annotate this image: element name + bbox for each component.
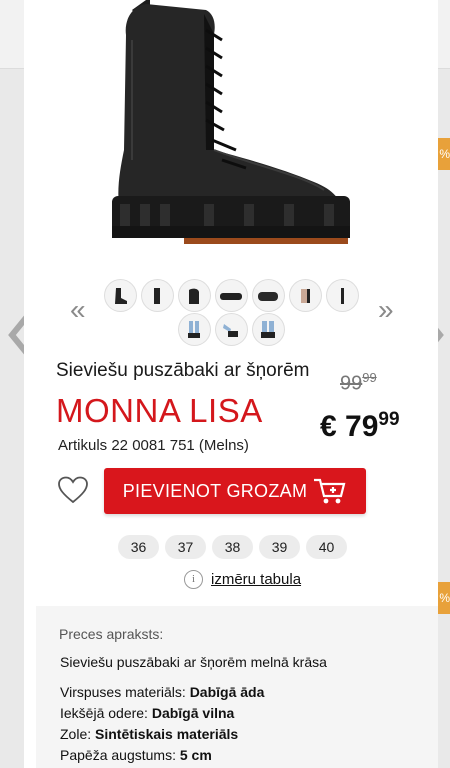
current-price: € 7999 [320, 409, 400, 443]
description-panel: Preces apraksts: Sieviešu puszābaki ar š… [36, 606, 438, 768]
add-to-cart-button[interactable]: PIEVIENOT GROZAM [104, 468, 366, 514]
gallery-thumbnail[interactable] [326, 280, 358, 311]
size-table-link[interactable]: i izmēru tabula [184, 570, 301, 589]
spec-row: Virspuses materiāls: Dabīgā āda [60, 684, 265, 700]
add-to-cart-label: PIEVIENOT GROZAM [122, 480, 308, 501]
product-sku: Artikuls 22 0081 751 (Melns) [58, 437, 249, 454]
size-option[interactable]: 37 [165, 535, 206, 559]
spec-row: Papēža augstums: 5 cm [60, 747, 212, 763]
description-summary: Sieviešu puszābaki ar šņorēm melnā krāsa [60, 654, 327, 670]
heart-icon[interactable] [57, 476, 89, 504]
thumbnail-row [24, 314, 438, 345]
cart-plus-icon [314, 478, 346, 504]
background-discount-tag: % [436, 138, 450, 170]
product-image [24, 0, 438, 270]
size-selector: 36 37 38 39 40 [118, 535, 347, 559]
info-icon: i [184, 570, 203, 589]
gallery-thumbnail[interactable] [252, 280, 284, 311]
size-table-label[interactable]: izmēru tabula [211, 571, 301, 588]
size-option[interactable]: 36 [118, 535, 159, 559]
thumbnail-row [24, 280, 438, 311]
spec-row: Iekšējā odere: Dabīgā vilna [60, 705, 235, 721]
gallery-thumbnail[interactable] [104, 280, 136, 311]
product-title: Sieviešu puszābaki ar šņorēm [56, 360, 310, 381]
product-modal: « » Sieviešu puszābaki ar šņorēm MONNA L… [24, 0, 438, 768]
old-price: 9999 [340, 370, 377, 395]
gallery-thumbnail[interactable] [178, 280, 210, 311]
background-discount-tag: % [436, 582, 450, 614]
gallery-thumbnail[interactable] [215, 314, 247, 345]
product-brand[interactable]: MONNA LISA [56, 392, 263, 430]
gallery-thumbnail[interactable] [289, 280, 321, 311]
size-option[interactable]: 39 [259, 535, 300, 559]
description-label: Preces apraksts: [59, 626, 164, 642]
gallery-thumbnail[interactable] [178, 314, 210, 345]
gallery-thumbnail[interactable] [141, 280, 173, 311]
boot-illustration [112, 0, 350, 244]
size-option[interactable]: 38 [212, 535, 253, 559]
gallery-thumbnail[interactable] [215, 280, 247, 311]
spec-row: Zole: Sintētiskais materiāls [60, 726, 239, 742]
size-option[interactable]: 40 [306, 535, 347, 559]
gallery-thumbnail[interactable] [252, 314, 284, 345]
